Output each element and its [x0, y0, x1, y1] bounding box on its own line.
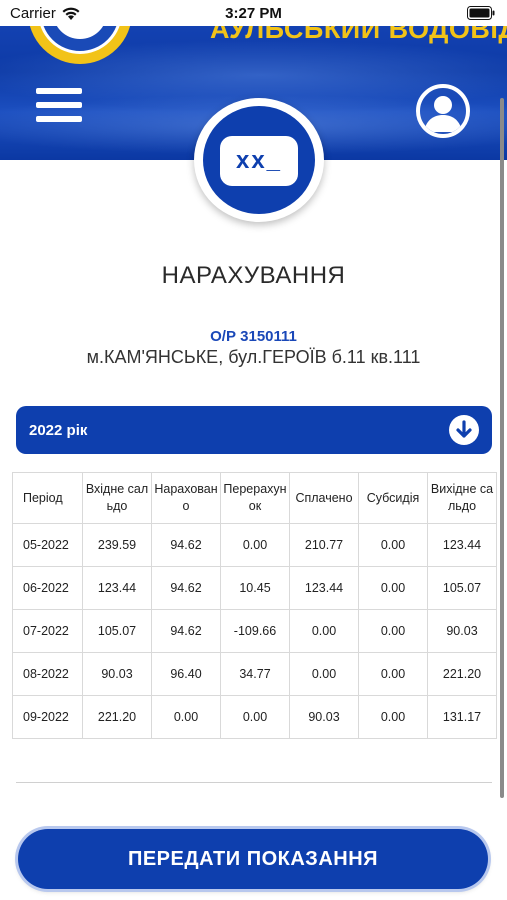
table-cell: 08-2022: [12, 652, 83, 696]
table-cell: 05-2022: [12, 523, 83, 567]
table-cell: 06-2022: [12, 566, 83, 610]
submit-readings-label: ПЕРЕДАТИ ПОКАЗАННЯ: [127, 848, 379, 870]
table-cell: 0.00: [358, 523, 428, 567]
table-header-row: Період Вхідне сальдо Нарахован о Перерах…: [12, 472, 497, 524]
table-cell: 0.00: [220, 523, 290, 567]
table-cell: 0.00: [358, 695, 428, 739]
table-row: 07-2022 105.07 94.62 -109.66 0.00 0.00 9…: [12, 609, 497, 653]
user-profile-icon[interactable]: [416, 84, 470, 138]
account-number: О/Р 3150111: [210, 328, 297, 345]
table-cell: 09-2022: [12, 695, 83, 739]
table-row: 08-2022 90.03 96.40 34.77 0.00 0.00 221.…: [12, 652, 497, 696]
accruals-badge: xx_: [194, 98, 324, 222]
table-cell: 221.20: [82, 695, 152, 739]
table-cell: 123.44: [289, 566, 359, 610]
battery-icon: [467, 6, 495, 20]
accruals-table: Період Вхідне сальдо Нарахован о Перерах…: [12, 472, 497, 739]
table-cell: 90.03: [289, 695, 359, 739]
year-selector-dropdown[interactable]: 2022 рік: [16, 406, 492, 454]
table-cell: 94.62: [151, 609, 221, 653]
year-selector-label: 2022 рік: [29, 422, 88, 439]
table-cell: 105.07: [82, 609, 152, 653]
column-header-subsidy: Субсидія: [358, 472, 428, 524]
table-cell: 94.62: [151, 523, 221, 567]
column-header-opening-balance: Вхідне сальдо: [82, 472, 152, 524]
table-cell: 90.03: [427, 609, 497, 653]
table-cell: 0.00: [358, 566, 428, 610]
status-time: 3:27 PM: [225, 5, 282, 22]
table-cell: 0.00: [358, 652, 428, 696]
table-cell: 123.44: [82, 566, 152, 610]
table-cell: 10.45: [220, 566, 290, 610]
table-row: 09-2022 221.20 0.00 0.00 90.03 0.00 131.…: [12, 695, 497, 739]
scrollbar[interactable]: [500, 98, 504, 798]
table-cell: 0.00: [358, 609, 428, 653]
table-cell: 239.59: [82, 523, 152, 567]
accruals-icon: xx_: [220, 136, 298, 186]
arrow-down-circle-icon[interactable]: [449, 415, 479, 445]
table-cell: 0.00: [151, 695, 221, 739]
table-row: 06-2022 123.44 94.62 10.45 123.44 0.00 1…: [12, 566, 497, 610]
table-row: 05-2022 239.59 94.62 0.00 210.77 0.00 12…: [12, 523, 497, 567]
column-header-accrued: Нарахован о: [151, 472, 221, 524]
page-title: НАРАХУВАННЯ: [161, 262, 346, 289]
column-header-paid: Сплачено: [289, 472, 359, 524]
table-cell: 0.00: [289, 609, 359, 653]
table-cell: 0.00: [289, 652, 359, 696]
table-cell: 96.40: [151, 652, 221, 696]
table-cell: 94.62: [151, 566, 221, 610]
table-cell: 210.77: [289, 523, 359, 567]
column-header-closing-balance: Вихідне сальдо: [427, 472, 497, 524]
table-cell: -109.66: [220, 609, 290, 653]
table-cell: 90.03: [82, 652, 152, 696]
account-address: м.КАМ'ЯНСЬКЕ, бул.ГЕРОЇВ б.11 кв.111: [86, 347, 421, 367]
column-header-period: Період: [12, 472, 83, 524]
table-cell: 34.77: [220, 652, 290, 696]
status-bar: Carrier 3:27 PM: [0, 0, 507, 26]
table-cell: 07-2022: [12, 609, 83, 653]
table-cell: 123.44: [427, 523, 497, 567]
table-cell: 0.00: [220, 695, 290, 739]
divider: [16, 782, 492, 783]
submit-readings-button[interactable]: ПЕРЕДАТИ ПОКАЗАННЯ: [18, 829, 488, 889]
table-cell: 131.17: [427, 695, 497, 739]
column-header-recalculation: Перерахун ок: [220, 472, 290, 524]
scrollbar-thumb[interactable]: [500, 98, 504, 798]
table-cell: 105.07: [427, 566, 497, 610]
hamburger-menu-icon[interactable]: [36, 88, 82, 130]
table-cell: 221.20: [427, 652, 497, 696]
